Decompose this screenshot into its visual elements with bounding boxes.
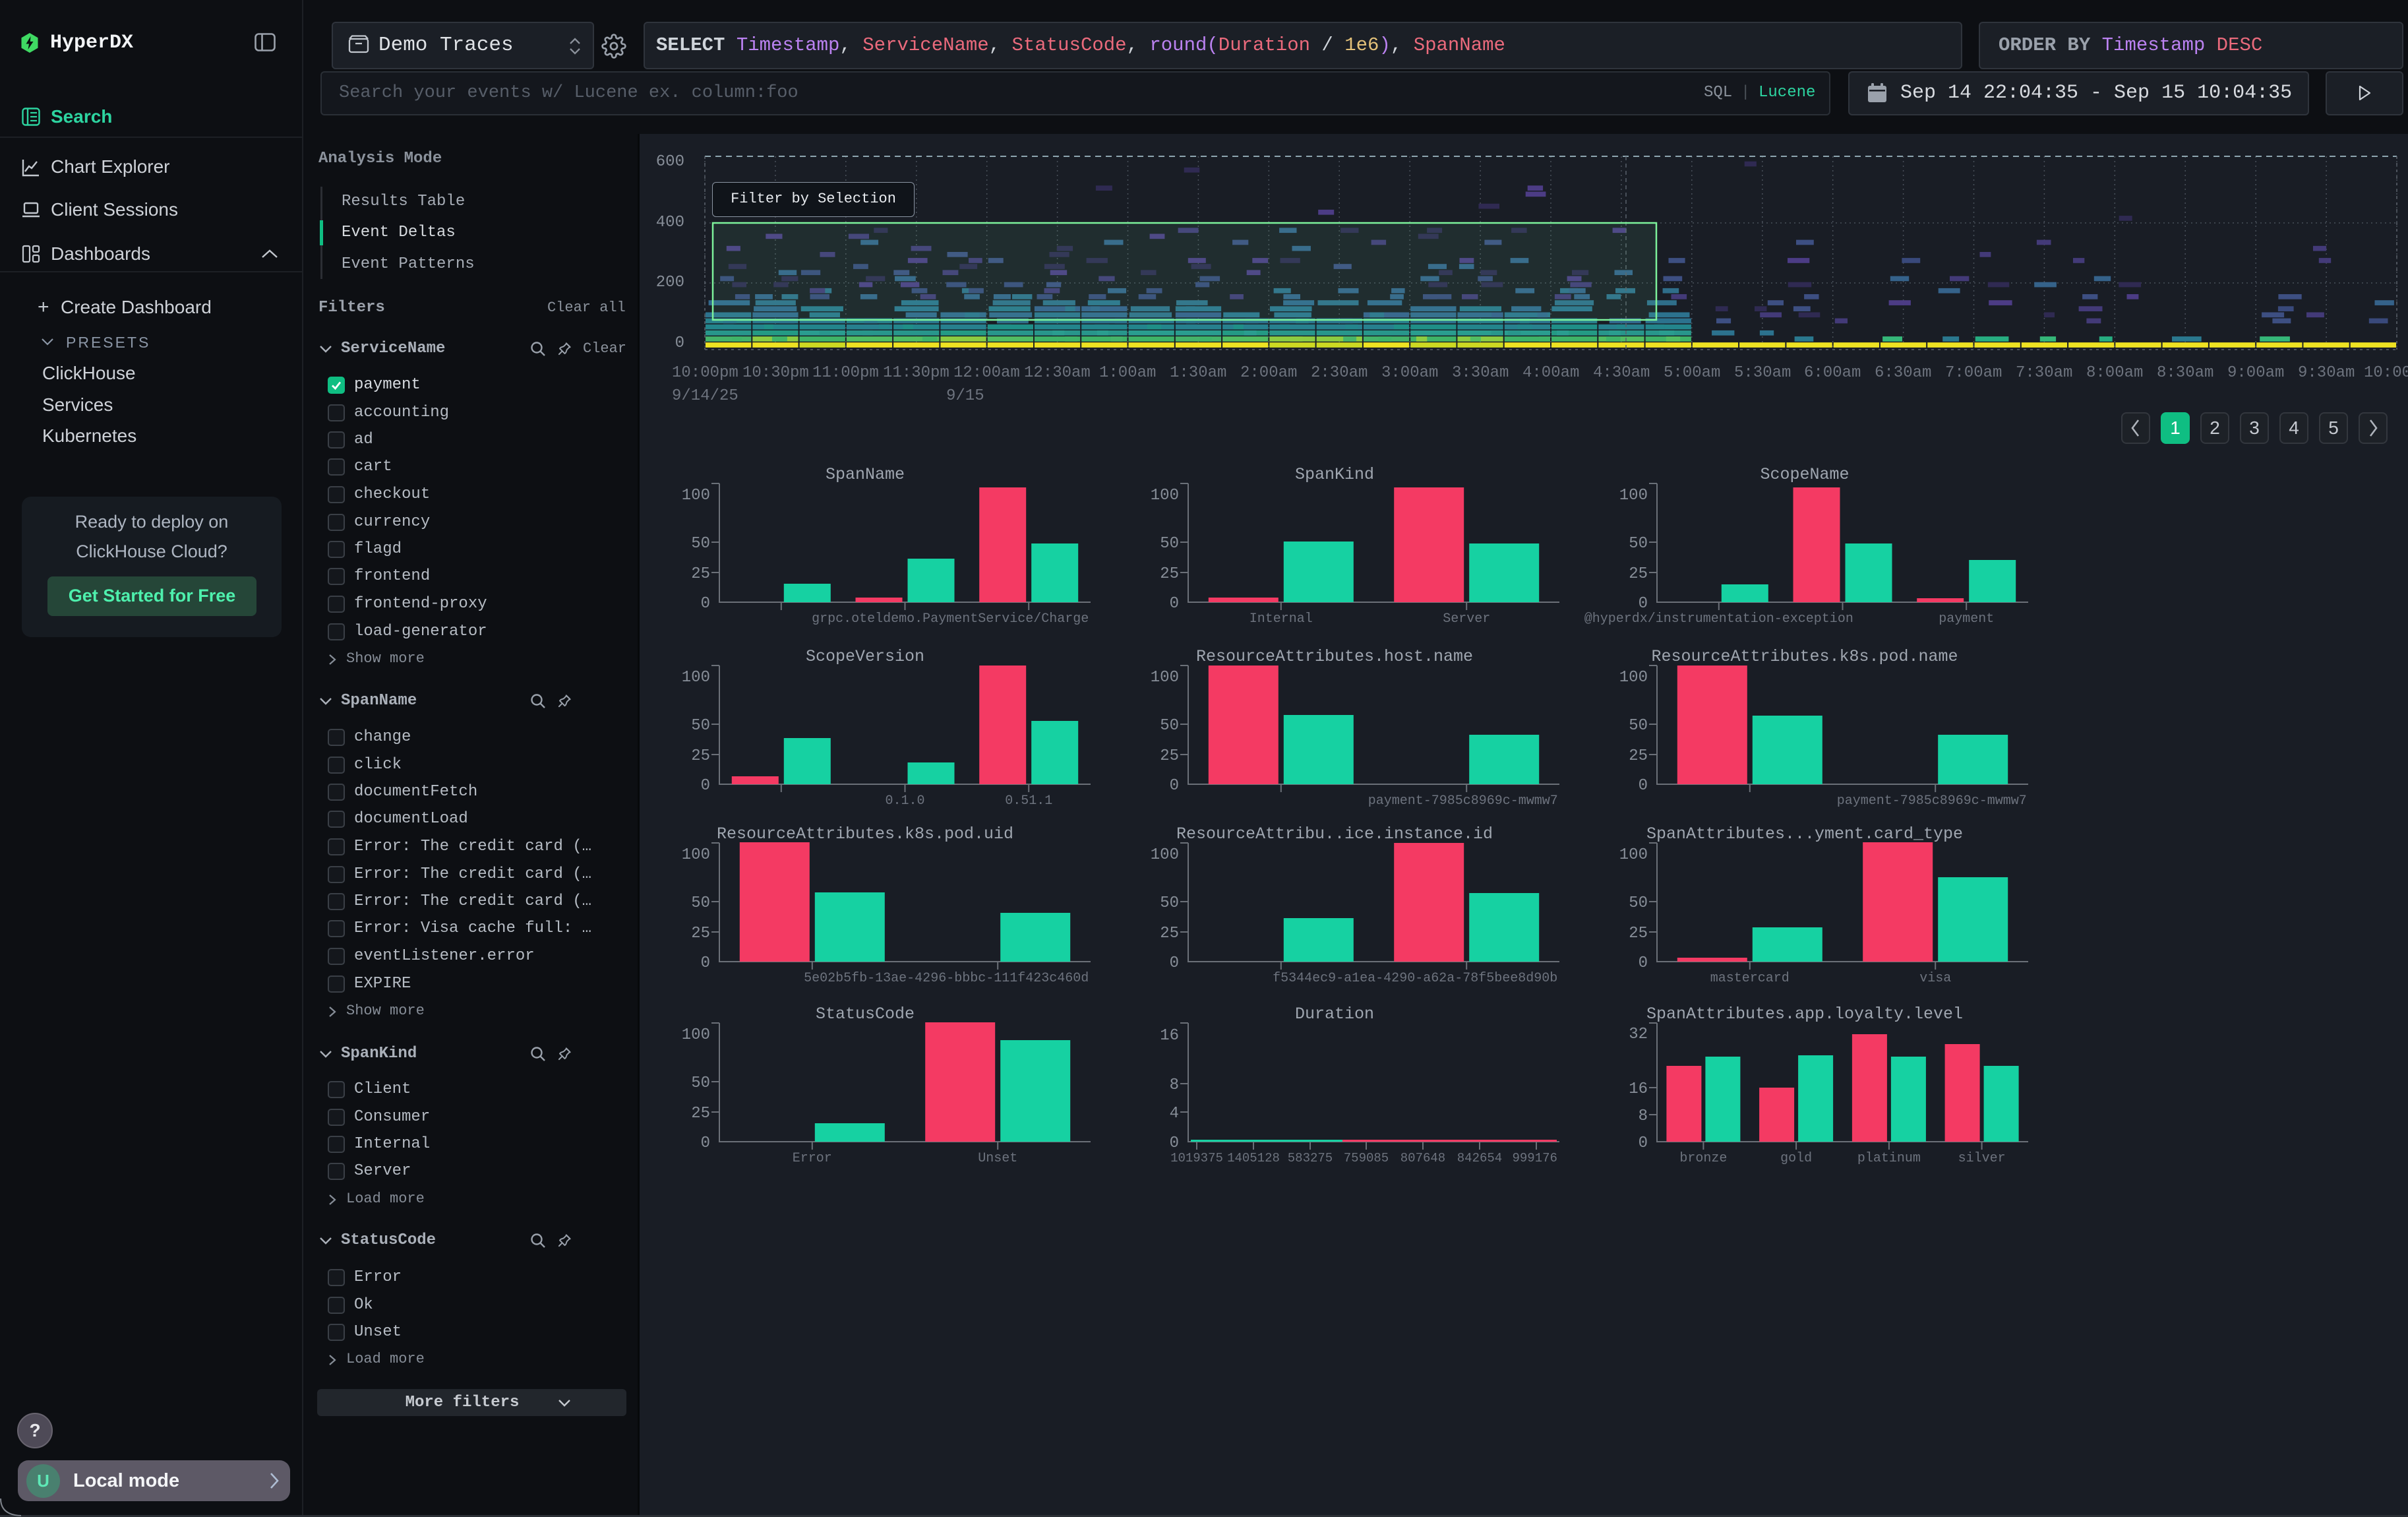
- svg-text:0: 0: [1639, 777, 1648, 795]
- svg-text:Unset: Unset: [978, 1151, 1017, 1166]
- svg-text:4: 4: [1170, 1105, 1179, 1123]
- svg-text:807648: 807648: [1400, 1151, 1445, 1165]
- svg-text:25: 25: [1160, 565, 1179, 583]
- svg-text:ResourceAttributes.k8s.pod.nam: ResourceAttributes.k8s.pod.name: [1651, 647, 1958, 666]
- svg-text:visa: visa: [1919, 971, 1951, 986]
- svg-text:100: 100: [1151, 669, 1179, 687]
- svg-text:8: 8: [1639, 1107, 1648, 1125]
- svg-text:SpanKind: SpanKind: [1295, 465, 1374, 484]
- svg-text:payment-7985c8969c-mwmw7: payment-7985c8969c-mwmw7: [1837, 793, 2027, 809]
- svg-text:25: 25: [1629, 925, 1648, 943]
- svg-text:100: 100: [1619, 846, 1648, 864]
- svg-text:SpanAttributes...yment.card_ty: SpanAttributes...yment.card_type: [1646, 824, 1963, 844]
- svg-text:0: 0: [1639, 954, 1648, 972]
- svg-text:100: 100: [1151, 487, 1179, 505]
- svg-text:25: 25: [691, 747, 710, 765]
- svg-text:100: 100: [1619, 487, 1648, 505]
- svg-text:25: 25: [1629, 747, 1648, 765]
- svg-text:payment: payment: [1939, 611, 1994, 627]
- svg-text:842654: 842654: [1457, 1151, 1502, 1165]
- svg-text:StatusCode: StatusCode: [816, 1005, 915, 1024]
- svg-text:25: 25: [1160, 925, 1179, 943]
- svg-text:0: 0: [1639, 1134, 1648, 1152]
- svg-text:0: 0: [1170, 595, 1179, 613]
- svg-text:50: 50: [1160, 894, 1179, 912]
- svg-text:Internal: Internal: [1249, 611, 1313, 627]
- svg-text:100: 100: [682, 487, 710, 505]
- svg-text:Server: Server: [1443, 611, 1490, 627]
- svg-text:100: 100: [682, 669, 710, 687]
- svg-text:@hyperdx/instrumentation-excep: @hyperdx/instrumentation-exception: [1584, 611, 1853, 627]
- svg-text:0: 0: [1170, 777, 1179, 795]
- svg-text:payment-7985c8969c-mwmw7: payment-7985c8969c-mwmw7: [1368, 793, 1558, 809]
- svg-text:platinum: platinum: [1857, 1151, 1921, 1166]
- svg-text:0.1.0: 0.1.0: [885, 793, 924, 809]
- svg-text:SpanAttributes.app.loyalty.lev: SpanAttributes.app.loyalty.level: [1646, 1005, 1963, 1024]
- svg-text:bronze: bronze: [1679, 1151, 1727, 1166]
- svg-text:25: 25: [691, 925, 710, 943]
- svg-text:32: 32: [1629, 1026, 1648, 1043]
- svg-text:583275: 583275: [1288, 1151, 1333, 1165]
- svg-text:SpanName: SpanName: [826, 465, 905, 484]
- svg-text:16: 16: [1160, 1027, 1179, 1045]
- svg-text:999176: 999176: [1512, 1151, 1557, 1165]
- svg-text:50: 50: [1629, 717, 1648, 735]
- svg-text:grpc.oteldemo.PaymentService/C: grpc.oteldemo.PaymentService/Charge: [812, 611, 1089, 627]
- svg-text:100: 100: [682, 846, 710, 864]
- svg-text:25: 25: [1629, 565, 1648, 583]
- svg-text:50: 50: [691, 1074, 710, 1092]
- svg-text:ResourceAttributes.host.name: ResourceAttributes.host.name: [1196, 647, 1473, 666]
- svg-text:100: 100: [682, 1026, 710, 1044]
- svg-text:Error: Error: [793, 1151, 832, 1166]
- svg-text:50: 50: [1160, 535, 1179, 553]
- svg-text:50: 50: [1629, 894, 1648, 912]
- svg-text:50: 50: [691, 717, 710, 735]
- svg-text:1405128: 1405128: [1227, 1151, 1280, 1165]
- svg-text:0: 0: [1170, 954, 1179, 972]
- svg-text:5e02b5fb-13ae-4296-bbbc-111f42: 5e02b5fb-13ae-4296-bbbc-111f423c460d: [804, 971, 1089, 986]
- svg-text:gold: gold: [1780, 1151, 1812, 1166]
- svg-text:0: 0: [1170, 1134, 1179, 1152]
- svg-text:ScopeVersion: ScopeVersion: [806, 647, 924, 666]
- svg-text:50: 50: [691, 535, 710, 553]
- svg-text:0.51.1: 0.51.1: [1005, 793, 1052, 809]
- svg-text:ResourceAttributes.k8s.pod.uid: ResourceAttributes.k8s.pod.uid: [717, 824, 1013, 844]
- svg-text:25: 25: [1160, 747, 1179, 765]
- svg-text:50: 50: [691, 894, 710, 912]
- svg-text:25: 25: [691, 1105, 710, 1123]
- svg-text:0: 0: [701, 777, 710, 795]
- svg-text:25: 25: [691, 565, 710, 583]
- svg-text:50: 50: [1160, 717, 1179, 735]
- svg-text:mastercard: mastercard: [1710, 971, 1790, 986]
- svg-text:f5344ec9-a1ea-4290-a62a-78f5be: f5344ec9-a1ea-4290-a62a-78f5bee8d90b: [1273, 971, 1557, 986]
- svg-text:8: 8: [1170, 1076, 1179, 1094]
- svg-text:ResourceAttribu..ice.instance.: ResourceAttribu..ice.instance.id: [1176, 824, 1493, 844]
- svg-text:0: 0: [1639, 595, 1648, 613]
- svg-text:Duration: Duration: [1295, 1005, 1374, 1024]
- svg-text:100: 100: [1619, 669, 1648, 687]
- svg-text:759085: 759085: [1344, 1151, 1389, 1165]
- svg-text:16: 16: [1629, 1080, 1648, 1098]
- svg-text:silver: silver: [1958, 1151, 2006, 1166]
- svg-text:ScopeName: ScopeName: [1760, 465, 1849, 484]
- svg-text:50: 50: [1629, 535, 1648, 553]
- svg-text:100: 100: [1151, 846, 1179, 864]
- svg-text:0: 0: [701, 1134, 710, 1152]
- svg-text:1019375: 1019375: [1170, 1151, 1223, 1165]
- svg-text:0: 0: [701, 954, 710, 972]
- svg-text:0: 0: [701, 595, 710, 613]
